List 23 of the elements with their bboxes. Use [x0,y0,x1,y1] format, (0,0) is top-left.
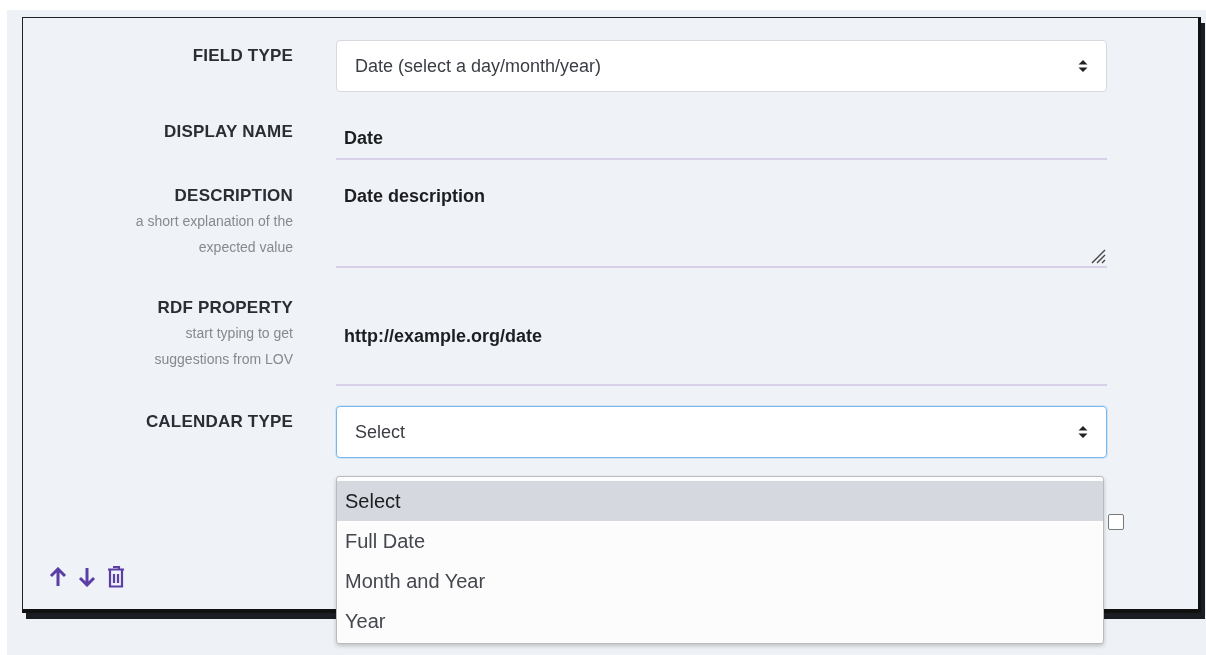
sort-caret-icon [1078,425,1088,439]
field-hint: start typing to get suggestions from LOV [153,324,293,369]
textarea-field[interactable]: Date description [336,180,1107,268]
sort-caret-icon [1078,59,1088,73]
select-field[interactable]: Date (select a day/month/year) [336,40,1107,92]
field-label: CALENDAR TYPE [145,412,293,432]
field-label: FIELD TYPE [192,46,293,66]
input-field[interactable]: http://example.org/date [336,288,1107,386]
trash-icon[interactable] [107,566,125,588]
arrow-up-icon[interactable] [49,567,67,587]
dropdown-option[interactable]: Month and Year [337,561,1103,601]
checkbox[interactable] [1108,514,1124,530]
field-label: DESCRIPTION [174,186,293,206]
resize-grip-icon [1089,247,1106,264]
field-hint: a short explanation of the expected value [134,212,293,257]
field-label: RDF PROPERTY [157,298,293,318]
field-label: DISPLAY NAME [164,122,293,142]
dropdown-option[interactable]: Full Date [337,521,1103,561]
dropdown-option[interactable]: Year [337,601,1103,641]
arrow-down-icon[interactable] [78,567,96,587]
input-field[interactable]: Date [336,112,1107,160]
dropdown-option[interactable]: Select [337,481,1103,521]
select-field[interactable]: Select [336,406,1107,458]
